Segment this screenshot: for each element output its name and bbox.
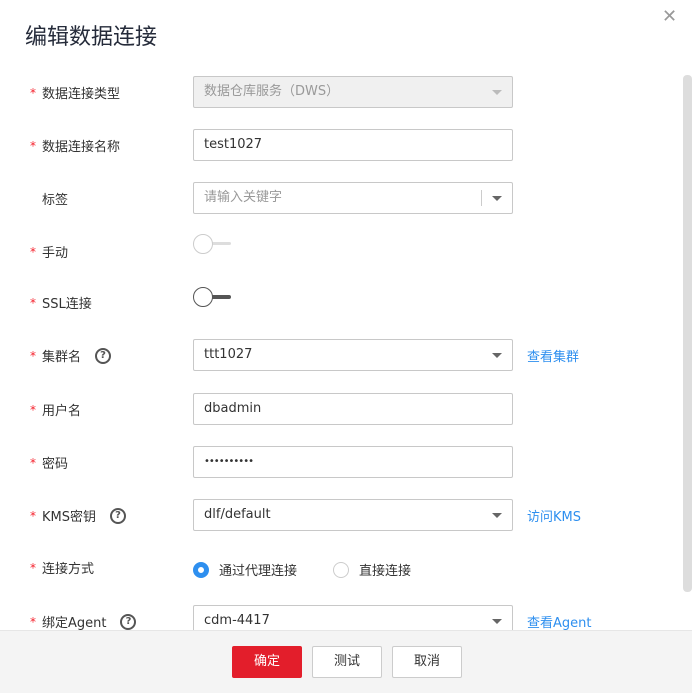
test-button[interactable]: 测试 <box>312 646 382 678</box>
radio-direct[interactable]: 直接连接 <box>333 560 411 579</box>
radio-proxy-label: 通过代理连接 <box>219 564 298 579</box>
type-select: 数据仓库服务（DWS） <box>193 76 513 108</box>
kms-select[interactable]: dlf/default <box>193 499 513 531</box>
radio-direct-label: 直接连接 <box>359 564 412 579</box>
required-icon: * <box>30 614 36 629</box>
name-label: 数据连接名称 <box>42 140 121 155</box>
agent-label: 绑定Agent <box>42 616 107 631</box>
cluster-label: 集群名 <box>42 350 82 365</box>
cluster-select[interactable]: ttt1027 <box>193 339 513 371</box>
password-label: 密码 <box>42 457 69 472</box>
help-icon[interactable]: ? <box>110 507 126 524</box>
row-password: * 密码 •••••••••• <box>0 446 680 478</box>
mode-label: 连接方式 <box>42 562 95 577</box>
cancel-button[interactable]: 取消 <box>392 646 462 678</box>
required-icon: * <box>30 508 36 523</box>
chevron-down-icon[interactable] <box>492 196 502 201</box>
required-icon: * <box>30 348 36 363</box>
dialog-footer: 确定 测试 取消 <box>0 630 692 693</box>
required-icon: * <box>30 244 36 259</box>
radio-proxy[interactable]: 通过代理连接 <box>193 560 297 579</box>
tag-placeholder: 请输入关键字 <box>204 190 283 205</box>
chevron-down-icon <box>492 619 502 624</box>
user-label: 用户名 <box>42 404 82 419</box>
dialog-title: 编辑数据连接 <box>25 25 158 50</box>
chevron-down-icon <box>492 513 502 518</box>
required-icon: * <box>30 85 36 100</box>
row-manual: * 手动 <box>0 234 680 266</box>
radio-unchecked-icon <box>333 561 349 578</box>
required-icon: * <box>30 138 36 153</box>
password-input[interactable]: •••••••••• <box>193 446 513 478</box>
required-icon: * <box>30 295 36 310</box>
type-value: 数据仓库服务（DWS） <box>204 84 340 99</box>
required-icon: * <box>30 560 36 575</box>
radio-checked-icon <box>193 561 209 578</box>
tag-input[interactable]: 请输入关键字 <box>193 182 513 214</box>
ssl-toggle[interactable] <box>193 287 233 307</box>
view-agent-link[interactable]: 查看Agent <box>527 612 591 631</box>
manual-toggle[interactable] <box>193 234 233 254</box>
row-name: * 数据连接名称 test1027 <box>0 129 680 161</box>
close-icon[interactable]: ✕ <box>662 6 677 27</box>
row-user: * 用户名 dbadmin <box>0 393 680 425</box>
required-icon: * <box>30 402 36 417</box>
scrollbar[interactable] <box>683 75 692 592</box>
chevron-down-icon <box>492 90 502 95</box>
manual-label: 手动 <box>42 246 69 261</box>
username-input[interactable]: dbadmin <box>193 393 513 425</box>
visit-kms-link[interactable]: 访问KMS <box>527 506 581 525</box>
required-icon: * <box>30 455 36 470</box>
row-kms: * KMS密钥? dlf/default 访问KMS <box>0 499 680 531</box>
kms-value: dlf/default <box>204 507 271 522</box>
help-icon[interactable]: ? <box>120 613 137 630</box>
row-tag: 标签 请输入关键字 <box>0 182 680 214</box>
view-cluster-link[interactable]: 查看集群 <box>527 346 579 365</box>
row-type: * 数据连接类型 数据仓库服务（DWS） <box>0 76 680 108</box>
row-mode: * 连接方式 通过代理连接 直接连接 <box>0 551 680 583</box>
chevron-down-icon <box>492 353 502 358</box>
tag-label: 标签 <box>42 193 69 208</box>
name-input[interactable]: test1027 <box>193 129 513 161</box>
kms-label: KMS密钥 <box>42 510 96 525</box>
ok-button[interactable]: 确定 <box>232 646 302 678</box>
agent-value: cdm-4417 <box>204 613 270 628</box>
help-icon[interactable]: ? <box>95 347 112 364</box>
cluster-value: ttt1027 <box>204 347 253 362</box>
row-ssl: * SSL连接 <box>0 285 680 317</box>
row-cluster: * 集群名? ttt1027 查看集群 <box>0 339 680 371</box>
type-label: 数据连接类型 <box>42 87 121 102</box>
ssl-label: SSL连接 <box>42 297 92 312</box>
